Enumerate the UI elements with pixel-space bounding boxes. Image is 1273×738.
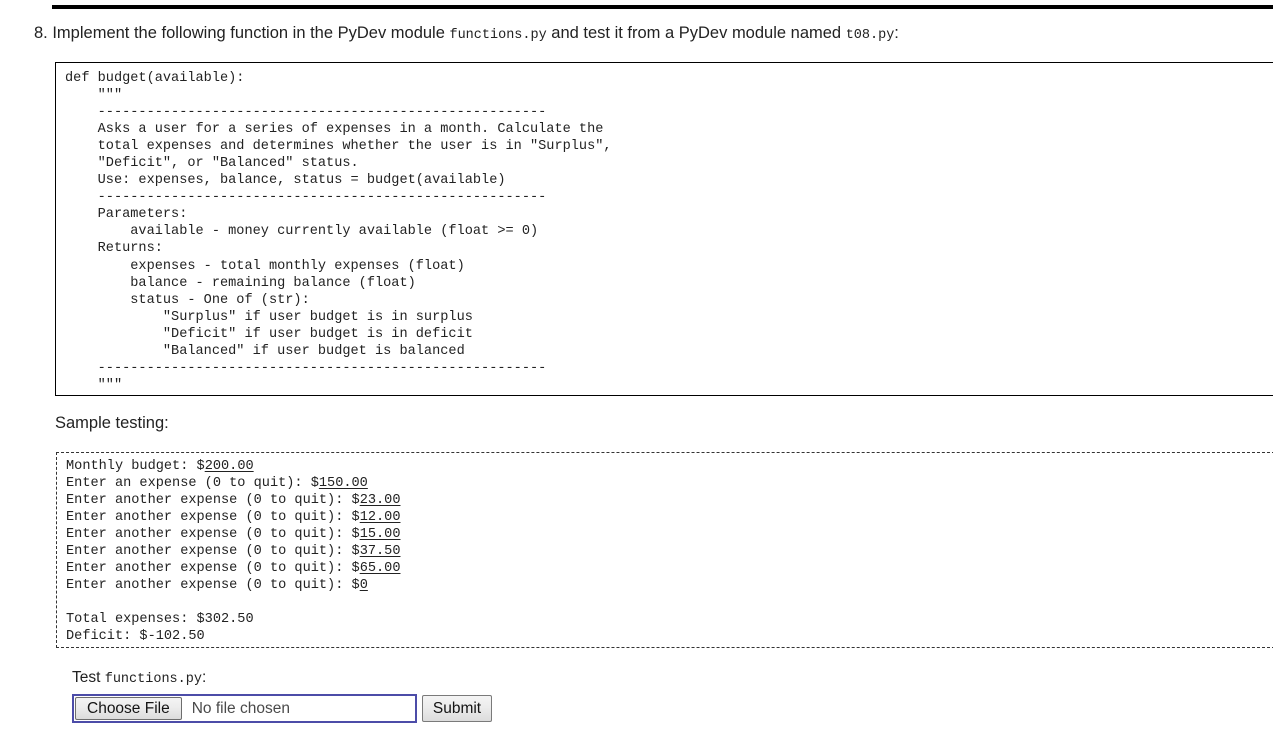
question-text-part-1: Implement the following function in the … — [47, 24, 450, 42]
question-number: 8. — [34, 24, 48, 42]
choose-file-button[interactable]: Choose File — [75, 697, 182, 720]
test-label-colon: : — [201, 669, 207, 686]
console-prompt: Monthly budget: $ — [66, 459, 205, 474]
console-prompt: Total expenses: $302.50 — [66, 612, 254, 628]
console-user-input: 37.50 — [359, 544, 401, 560]
sample-output-text: Monthly budget: $200.00 Enter an expense… — [66, 458, 1273, 646]
top-divider-rule — [52, 5, 1273, 9]
file-upload-input[interactable]: Choose File No file chosen — [72, 694, 417, 723]
question-heading: 8. Implement the following function in t… — [34, 22, 899, 47]
console-prompt: Enter another expense (0 to quit): $ — [66, 578, 360, 594]
console-prompt: Enter another expense (0 to quit): $ — [66, 527, 360, 543]
inline-code-functions-py: functions.py — [449, 28, 547, 43]
function-code-text: def budget(available): """ -------------… — [65, 71, 612, 393]
console-prompt: Enter another expense (0 to quit): $ — [66, 510, 360, 526]
console-prompt: Enter an expense (0 to quit): $ — [66, 476, 319, 492]
submit-button[interactable]: Submit — [422, 695, 492, 722]
test-label-prefix: Test — [72, 669, 105, 686]
question-text-part-2: and test it from a PyDev module named — [546, 24, 846, 42]
test-file-label: Test functions.py: — [72, 668, 206, 690]
question-text-part-3: : — [894, 24, 899, 42]
chosen-file-name-text: No file chosen — [191, 699, 290, 717]
sample-output-block: Monthly budget: $200.00 Enter an expense… — [56, 452, 1273, 648]
console-user-input: 12.00 — [359, 510, 401, 526]
function-code-block: def budget(available): """ -------------… — [55, 62, 1273, 396]
console-user-input: 15.00 — [359, 527, 401, 543]
console-prompt: Enter another expense (0 to quit): $ — [66, 561, 360, 577]
sample-testing-label: Sample testing: — [55, 414, 169, 432]
console-user-input: 65.00 — [359, 561, 401, 577]
test-label-filename: functions.py — [104, 672, 202, 687]
console-user-input: 23.00 — [359, 493, 401, 509]
console-user-input: 200.00 — [204, 459, 254, 474]
console-user-input: 0 — [359, 578, 368, 594]
console-prompt: Enter another expense (0 to quit): $ — [66, 544, 360, 560]
console-user-input: 150.00 — [318, 476, 368, 492]
inline-code-t08-py: t08.py — [845, 28, 895, 43]
console-prompt: Enter another expense (0 to quit): $ — [66, 493, 360, 509]
console-prompt: Deficit: $-102.50 — [66, 629, 205, 645]
